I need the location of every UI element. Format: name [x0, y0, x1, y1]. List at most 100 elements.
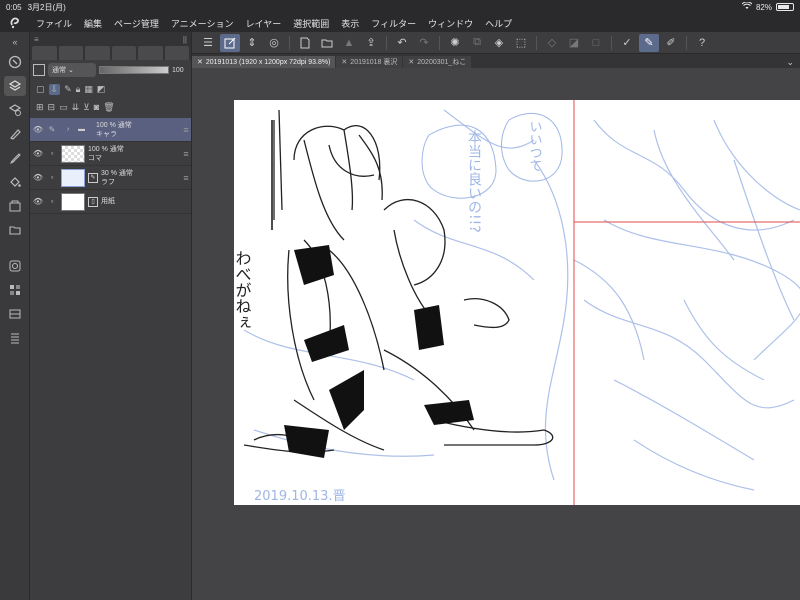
reference-layer-icon[interactable]: ⇩	[48, 83, 61, 95]
doc-tab-1[interactable]: ✕ 20191013 (1920 x 1200px 72dpi 93.8%)	[192, 56, 336, 68]
open-file-icon[interactable]	[317, 34, 337, 52]
drag-handle-icon[interactable]: ≡	[181, 125, 191, 135]
brush-icon[interactable]: ✎	[639, 33, 659, 52]
clip-lower-icon[interactable]: ▢	[36, 84, 45, 95]
edit-target-icon[interactable]: ▫	[46, 173, 58, 182]
new-folder-icon[interactable]: ▭	[59, 102, 68, 113]
brush-tool-icon[interactable]	[4, 148, 26, 168]
navigator-icon[interactable]	[4, 52, 26, 72]
panel-collapse-icon[interactable]: ||	[183, 35, 187, 44]
fill-icon[interactable]: ◈	[489, 34, 509, 52]
folder-expand-icon[interactable]: ›	[58, 126, 78, 133]
separator	[611, 35, 612, 50]
drag-handle-icon[interactable]: ≡	[181, 149, 191, 159]
edit-target-icon[interactable]: ▫	[46, 149, 58, 158]
expand-icon[interactable]: ⇕	[242, 34, 262, 52]
lasso-icon[interactable]: ◎	[264, 34, 284, 52]
close-icon[interactable]: ✕	[408, 58, 414, 66]
tab-sub-2[interactable]	[85, 46, 110, 60]
menu-window[interactable]: ウィンドウ	[422, 17, 479, 30]
menu-help[interactable]: ヘルプ	[479, 17, 518, 30]
invert-selection-icon[interactable]: ◪	[564, 34, 584, 52]
folder-icon[interactable]	[4, 220, 26, 240]
menu-file[interactable]: ファイル	[30, 17, 78, 30]
tab-sub-3[interactable]	[111, 46, 136, 60]
canvas-area[interactable]: わべがねぇ 本当に良いの!!? いいつて 2019.10.13.晋	[192, 68, 800, 600]
clear-icon[interactable]: ◇	[542, 34, 562, 52]
mask-icon[interactable]: ◩	[97, 84, 106, 95]
help-icon[interactable]: ?	[692, 34, 712, 52]
menu-layer[interactable]: レイヤー	[240, 17, 288, 30]
copy-icon[interactable]: ⧉	[467, 34, 487, 52]
paper-layer-icon: ▯	[88, 196, 98, 207]
eye-icon[interactable]: 👁︎	[30, 149, 46, 158]
drag-handle-icon[interactable]: ≡	[181, 173, 191, 183]
tab-sub-4[interactable]	[138, 46, 163, 60]
merge-down-icon[interactable]: ⊻	[83, 102, 90, 113]
menu-filter[interactable]: フィルター	[365, 17, 422, 30]
transfer-down-icon[interactable]: ⇊	[72, 102, 80, 113]
menu-bar: ファイル 編集 ページ管理 アニメーション レイヤー 選択範囲 表示 フィルター…	[0, 14, 800, 32]
edit-target-icon[interactable]: ▫	[46, 197, 58, 206]
layer-row-rough[interactable]: 👁︎ ▫ ✎ 30 % 通常 ラフ ≡	[30, 166, 191, 190]
history-icon[interactable]	[4, 328, 26, 348]
close-icon[interactable]: ✕	[341, 58, 347, 66]
layer-row-chara[interactable]: 👁︎ ✎ › ▬ 100 % 通常 キャラ ≡	[30, 118, 191, 142]
menu-page[interactable]: ページ管理	[108, 17, 165, 30]
layer-row-paper[interactable]: 👁︎ ▫ ▯ 用紙	[30, 190, 191, 214]
draft-layer-icon[interactable]: ✎	[64, 84, 72, 95]
fill-tool-icon[interactable]	[4, 172, 26, 192]
new-vector-layer-icon[interactable]: ⊟	[48, 102, 56, 113]
material-icon[interactable]	[4, 196, 26, 216]
blend-mode-select[interactable]: 通常 ⌄	[48, 63, 96, 77]
menu-animation[interactable]: アニメーション	[165, 17, 240, 30]
chevron-down-icon[interactable]: ⌄	[780, 57, 800, 68]
tab-sub-1[interactable]	[58, 46, 83, 60]
pen-tool-icon[interactable]	[4, 124, 26, 144]
delete-layer-icon[interactable]: 🗑︎	[103, 102, 114, 113]
eye-icon[interactable]: 👁︎	[30, 197, 46, 206]
panel-menu-icon[interactable]: ≡	[34, 35, 39, 44]
close-icon[interactable]: ✕	[197, 58, 203, 66]
eye-icon[interactable]: 👁︎	[30, 173, 46, 182]
lock-transparency-icon[interactable]: ▦	[84, 84, 93, 95]
deselect-icon[interactable]: □	[586, 34, 606, 52]
pen-icon[interactable]: ✓	[617, 34, 637, 52]
panel-tabs	[30, 46, 191, 60]
eye-icon[interactable]: 👁︎	[30, 125, 46, 134]
color-circle-icon[interactable]	[4, 256, 26, 276]
lock-layer-icon[interactable]: 🔒︎	[76, 84, 81, 95]
layer-palette-icon[interactable]	[4, 76, 26, 96]
new-raster-layer-icon[interactable]: ⊞	[36, 102, 44, 113]
layer-color-toggle-icon[interactable]	[33, 64, 45, 76]
export-icon[interactable]: ⇪	[361, 34, 381, 52]
undo-icon[interactable]: ↶	[392, 34, 412, 52]
opacity-slider[interactable]	[99, 66, 169, 74]
hamburger-menu-icon[interactable]: ☰	[198, 34, 218, 52]
layer-mask-icon[interactable]: ◙	[94, 102, 99, 112]
menu-view[interactable]: 表示	[335, 17, 365, 30]
menu-edit[interactable]: 編集	[78, 17, 108, 30]
drawing-canvas[interactable]: わべがねぇ 本当に良いの!!? いいつて 2019.10.13.晋	[234, 100, 800, 505]
modify-tool-icon[interactable]	[220, 33, 240, 52]
layer-opacity-mode: 100 % 通常	[96, 121, 132, 129]
color-set-icon[interactable]	[4, 280, 26, 300]
tab-sub-5[interactable]	[164, 46, 189, 60]
pen-edit-icon[interactable]: ✎	[46, 125, 58, 134]
menu-selection[interactable]: 選択範囲	[287, 17, 335, 30]
doc-tab-3[interactable]: ✕ 20200301_ねこ	[403, 56, 472, 68]
eraser-icon[interactable]: ✐	[661, 34, 681, 52]
intermediate-color-icon[interactable]	[4, 304, 26, 324]
redo-icon[interactable]: ↷	[414, 34, 434, 52]
doc-tab-2[interactable]: ✕ 20191018 裏沢	[336, 56, 403, 68]
loading-icon[interactable]: ✺	[445, 34, 465, 52]
new-file-icon[interactable]	[295, 34, 315, 52]
collapse-icon[interactable]: «	[4, 36, 26, 48]
transform-icon[interactable]: ⬚	[511, 34, 531, 52]
save-icon[interactable]: ▲	[339, 34, 359, 52]
tab-layer[interactable]	[32, 46, 57, 60]
clip-studio-icon[interactable]	[0, 15, 30, 32]
layer-row-koma[interactable]: 👁︎ ▫ 100 % 通常 コマ ≡	[30, 142, 191, 166]
separator	[686, 35, 687, 50]
layer-property-icon[interactable]	[4, 100, 26, 120]
